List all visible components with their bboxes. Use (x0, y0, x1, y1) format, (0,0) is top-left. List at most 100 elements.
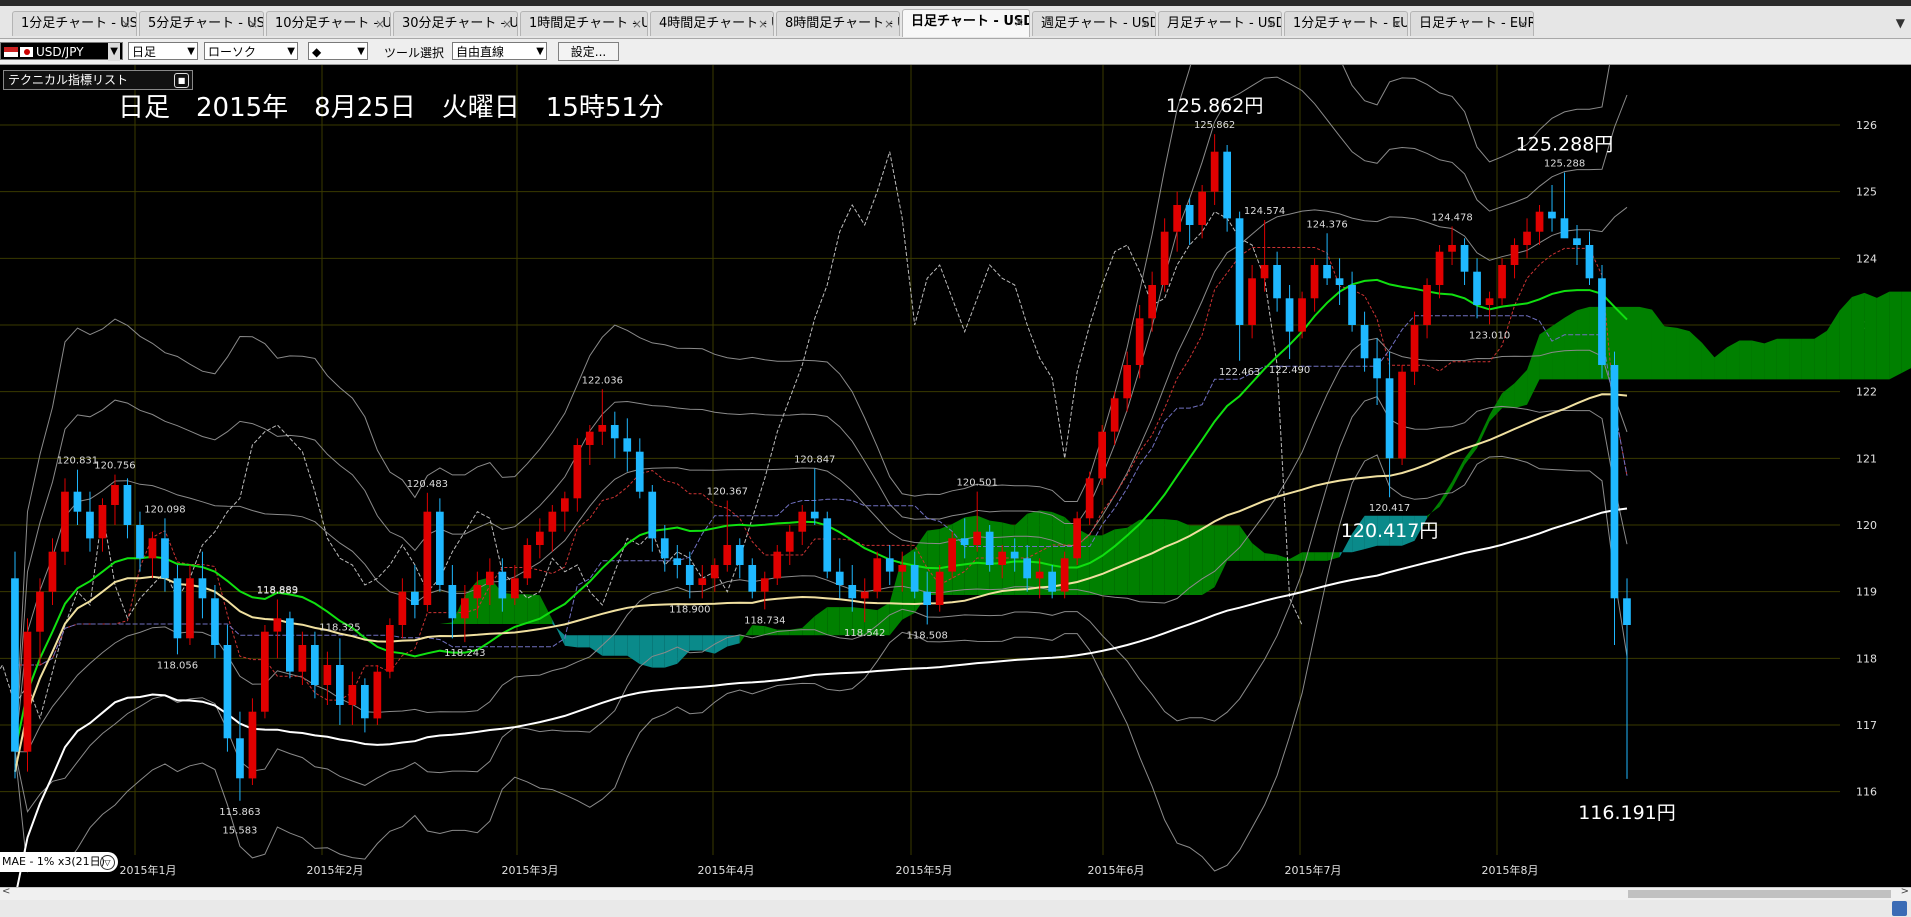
tab-menu-icon[interactable]: ▼ (1896, 16, 1905, 30)
ichimoku-cloud-segment (602, 635, 615, 656)
price-chart-area[interactable]: 2015年1月 2015年2月 2015年3月 2015年4月 2015年5月 2015年… (0, 65, 1911, 887)
tab-label: 日足チャート - EUR/U: (1419, 16, 1534, 31)
tab-10[interactable]: 1分足チャート - EUR/× (1284, 11, 1408, 36)
candle-body (810, 511, 819, 519)
tab-0[interactable]: 1分足チャート - USD/× (12, 11, 137, 36)
tab-label: 1時間足チャート - US (529, 16, 648, 31)
candle-body (835, 571, 844, 585)
drawing-tool-select[interactable]: 自由直線 ▼ (452, 42, 547, 60)
ichimoku-cloud-segment (564, 635, 578, 648)
candle-body (1060, 558, 1069, 592)
ichimoku-cloud-segment (1627, 306, 1640, 380)
price-annotation-small: 118.889 (257, 585, 298, 596)
candle-body (61, 491, 69, 552)
tab-6[interactable]: 8時間足チャート - US× (776, 11, 900, 36)
collapse-icon[interactable]: ■ (174, 73, 189, 88)
jp-flag-icon (20, 47, 33, 57)
tab-5[interactable]: 4時間足チャート - US× (650, 11, 774, 36)
close-icon[interactable]: × (1014, 10, 1024, 34)
candle-body (73, 491, 82, 512)
ichimoku-cloud-segment (689, 635, 703, 651)
tab-8[interactable]: 週足チャート - USD/JF× (1032, 11, 1156, 36)
expand-icon[interactable]: ▽ (100, 855, 115, 870)
candle-body (98, 505, 107, 539)
horizontal-scrollbar[interactable]: < > (0, 886, 1911, 900)
ichimoku-cloud-segment (1889, 291, 1902, 380)
scroll-left-icon[interactable]: < (2, 886, 10, 897)
ichimoku-cloud-segment (552, 619, 565, 646)
price-annotation-small: 118.542 (844, 628, 885, 639)
x-tick-label: 2015年4月 (698, 863, 755, 877)
close-icon[interactable]: × (1518, 12, 1528, 36)
y-tick-label: 121 (1856, 452, 1877, 465)
chevron-down-icon: ▼ (108, 43, 120, 61)
tab-3[interactable]: 30分足チャート - USD,× (393, 11, 518, 36)
close-icon[interactable]: × (1266, 12, 1276, 36)
tab-label: 30分足チャート - USD, (402, 16, 518, 31)
tab-9[interactable]: 月足チャート - USD/JF× (1158, 11, 1282, 36)
candle-body (1073, 518, 1081, 559)
candle-body (1410, 325, 1419, 372)
ichimoku-cloud-segment (1651, 309, 1665, 380)
scrollbar-thumb[interactable] (1628, 890, 1891, 898)
candle-body (985, 531, 994, 565)
close-icon[interactable]: × (758, 12, 768, 36)
tab-7[interactable]: 日足チャート - USD/J× (902, 9, 1030, 37)
ichimoku-cloud-segment (439, 622, 453, 624)
candle-body (1373, 358, 1381, 379)
mae-indicator-badge[interactable]: MAE - 1% x3(21日) ▽ (0, 852, 118, 872)
ichimoku-cloud-segment (789, 627, 803, 636)
candle-body (1110, 398, 1119, 432)
candle-body (248, 711, 257, 779)
close-icon[interactable]: × (121, 12, 131, 36)
ichimoku-cloud-segment (1764, 338, 1777, 380)
tab-11[interactable]: 日足チャート - EUR/U:× (1410, 11, 1534, 36)
ichimoku-cloud-segment (1264, 553, 1278, 561)
us-flag-icon (4, 47, 18, 57)
ichimoku-cloud-segment (1689, 331, 1702, 380)
tab-1[interactable]: 5分足チャート - USD/× (139, 11, 264, 36)
ichimoku-cloud-segment (1801, 338, 1815, 380)
candle-body (1398, 371, 1406, 459)
candle-body (710, 565, 719, 579)
chart-type-select[interactable]: ローソク ▼ (204, 42, 298, 60)
settings-button[interactable]: 設定... (558, 42, 619, 61)
marker-select[interactable]: ◆ ▼ (308, 42, 368, 60)
ichimoku-cloud-segment (1452, 458, 1465, 489)
close-icon[interactable]: × (1140, 12, 1150, 36)
candle-body (186, 578, 194, 639)
tab-4[interactable]: 1時間足チャート - US × (520, 11, 648, 36)
close-icon[interactable]: × (248, 12, 258, 36)
close-icon[interactable]: × (632, 12, 642, 36)
y-tick-label: 126 (1856, 119, 1877, 132)
ichimoku-cloud-segment (1327, 552, 1340, 561)
close-icon[interactable]: × (884, 12, 894, 36)
price-annotation-small: 124.574 (1244, 206, 1285, 217)
candle-body (111, 485, 119, 505)
tool-select-label: ツール選択 (384, 46, 445, 60)
ichimoku-cloud-segment (802, 616, 815, 636)
tab-2[interactable]: 10分足チャート - USD,× (266, 11, 391, 36)
candlestick-chart[interactable]: 2015年1月 2015年2月 2015年3月 2015年4月 2015年5月 2015年… (0, 65, 1911, 887)
chevron-down-icon: ▼ (287, 46, 295, 57)
ichimoku-cloud-segment (1814, 330, 1827, 380)
x-tick-label: 2015年8月 (1482, 863, 1539, 877)
candle-body (86, 511, 94, 539)
candle-body (436, 511, 444, 585)
candle-body (1123, 365, 1131, 399)
timeframe-select[interactable]: 日足 ▼ (128, 42, 198, 60)
scroll-right-icon[interactable]: > (1901, 886, 1909, 897)
candle-body (1573, 238, 1581, 245)
ichimoku-cloud-segment (1851, 292, 1865, 380)
candle-body (1085, 478, 1094, 519)
currency-pair-select[interactable]: USD/JPY ▼ (0, 42, 123, 61)
close-icon[interactable]: × (502, 12, 512, 36)
tab-label: 8時間足チャート - US (785, 16, 899, 31)
candle-body (585, 431, 594, 445)
close-icon[interactable]: × (1392, 12, 1402, 36)
drawing-tool-value: 自由直線 (456, 45, 505, 59)
price-annotation-large: 116.191円 (1578, 802, 1676, 824)
candle-body (635, 451, 644, 492)
close-icon[interactable]: × (375, 12, 385, 36)
candle-body (1098, 431, 1106, 479)
